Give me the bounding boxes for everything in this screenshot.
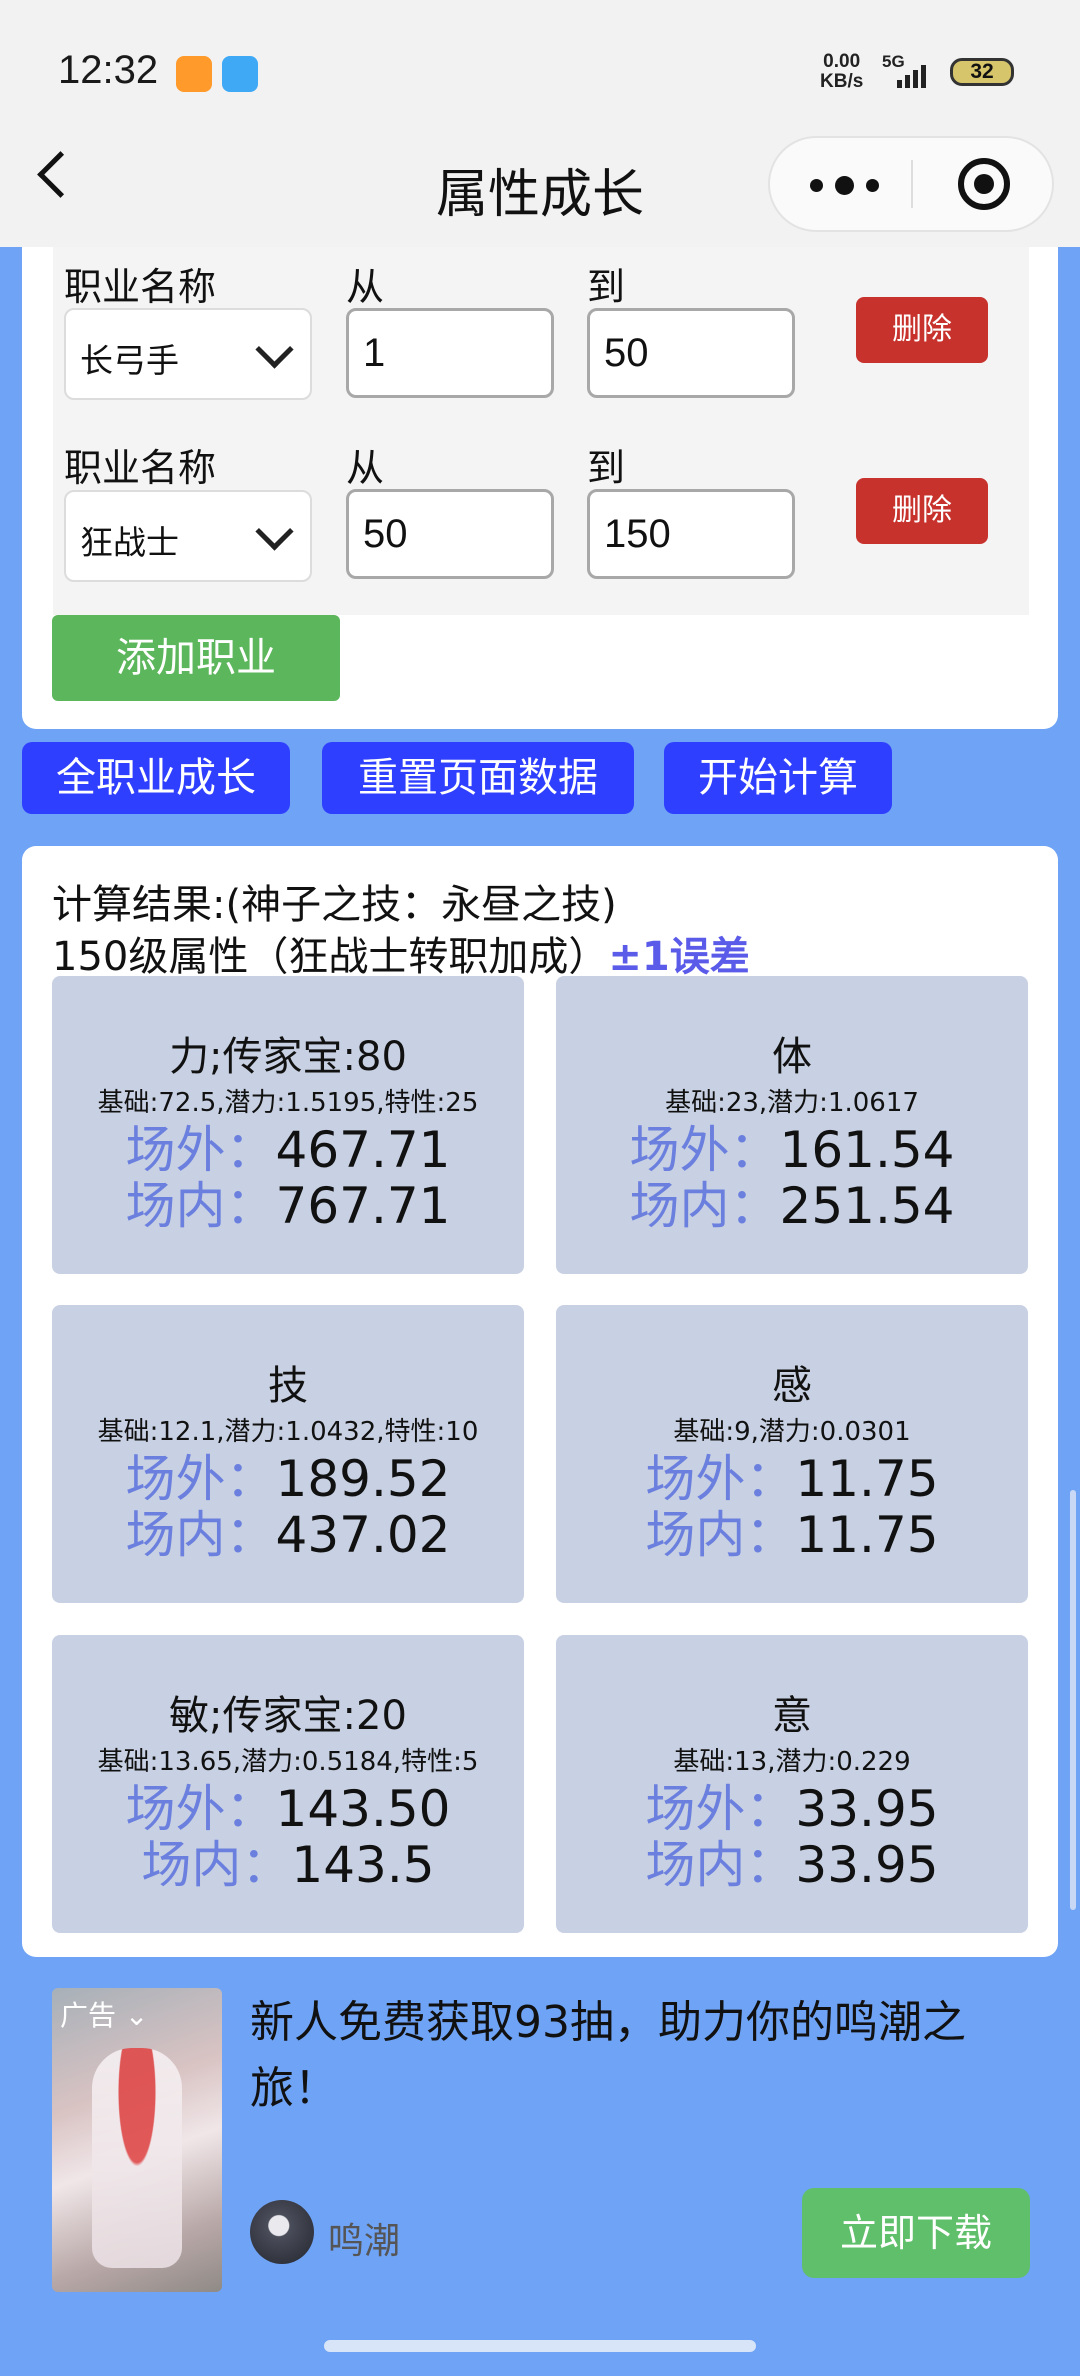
stat-inside: 场内：437.02 bbox=[125, 1506, 451, 1564]
home-indicator[interactable] bbox=[324, 2340, 756, 2352]
from-level-input[interactable]: 50 bbox=[346, 489, 554, 579]
result-title: 计算结果:(神子之技：永昼之技) bbox=[52, 882, 617, 928]
stat-card: 力;传家宝:80 基础:72.5,潜力:1.5195,特性:25 场外：467.… bbox=[52, 976, 524, 1274]
stat-card: 体 基础:23,潜力:1.0617 场外：161.54 场内：251.54 bbox=[556, 976, 1028, 1274]
profession-name-label: 职业名称 bbox=[64, 446, 217, 490]
signal-icon bbox=[897, 60, 926, 88]
stat-card: 技 基础:12.1,潜力:1.0432,特性:10 场外：189.52 场内：4… bbox=[52, 1305, 524, 1603]
stat-inside: 场内：33.95 bbox=[645, 1836, 939, 1894]
stat-card: 感 基础:9,潜力:0.0301 场外：11.75 场内：11.75 bbox=[556, 1305, 1028, 1603]
close-miniprogram-icon[interactable] bbox=[958, 158, 1010, 210]
stat-title: 技 bbox=[268, 1363, 308, 1409]
stat-title: 体 bbox=[772, 1034, 812, 1080]
status-time: 12:32 bbox=[58, 48, 159, 92]
scrollbar[interactable] bbox=[1070, 1490, 1076, 1910]
chevron-down-icon bbox=[255, 330, 294, 369]
profession-name-label: 职业名称 bbox=[64, 265, 217, 309]
all-profession-growth-button[interactable]: 全职业成长 bbox=[22, 742, 290, 814]
capsule-divider bbox=[911, 160, 913, 208]
delete-button[interactable]: 删除 bbox=[856, 297, 988, 363]
top-bar: 12:32 0.00 KB/s 5G 32 属性成长 bbox=[0, 0, 1080, 247]
stat-card: 意 基础:13,潜力:0.229 场外：33.95 场内：33.95 bbox=[556, 1635, 1028, 1933]
battery-icon: 32 bbox=[950, 58, 1014, 86]
profession-select[interactable]: 长弓手 bbox=[64, 308, 312, 400]
to-level-input[interactable]: 150 bbox=[587, 489, 795, 579]
profession-select[interactable]: 狂战士 bbox=[64, 490, 312, 582]
ad-tag[interactable]: 广告 ⌄ bbox=[60, 1994, 148, 2034]
reset-page-data-button[interactable]: 重置页面数据 bbox=[322, 742, 634, 814]
from-level-input[interactable]: 1 bbox=[346, 308, 554, 398]
more-icon[interactable] bbox=[810, 176, 879, 195]
to-label: 到 bbox=[587, 446, 626, 490]
chevron-down-icon bbox=[255, 512, 294, 551]
weather-app-icon bbox=[222, 56, 258, 92]
stat-title: 敏;传家宝:20 bbox=[169, 1693, 407, 1739]
to-level-input[interactable]: 50 bbox=[587, 308, 795, 398]
ad-title[interactable]: 新人免费获取93抽，助力你的鸣潮之旅！ bbox=[250, 1990, 1030, 2122]
from-label: 从 bbox=[346, 446, 385, 490]
download-button[interactable]: 立即下载 bbox=[802, 2188, 1030, 2278]
video-app-icon bbox=[176, 56, 212, 92]
advertiser-avatar bbox=[250, 2200, 314, 2264]
start-calculation-button[interactable]: 开始计算 bbox=[664, 742, 892, 814]
stat-title: 意 bbox=[772, 1693, 812, 1739]
stat-inside: 场内：143.5 bbox=[141, 1836, 435, 1894]
stat-title: 力;传家宝:80 bbox=[169, 1034, 407, 1080]
stat-card: 敏;传家宝:20 基础:13.65,潜力:0.5184,特性:5 场外：143.… bbox=[52, 1635, 524, 1933]
ad-image[interactable]: 广告 ⌄ bbox=[52, 1988, 222, 2292]
add-profession-button[interactable]: 添加职业 bbox=[52, 615, 340, 701]
stat-inside: 场内：767.71 bbox=[125, 1177, 451, 1235]
ad-character-art bbox=[92, 2048, 182, 2268]
advertiser-name: 鸣潮 bbox=[328, 2221, 401, 2262]
network-speed: 0.00 KB/s bbox=[820, 51, 864, 92]
delete-button[interactable]: 删除 bbox=[856, 478, 988, 544]
stat-inside: 场内：11.75 bbox=[645, 1506, 939, 1564]
result-subtitle: 150级属性（狂战士转职加成）±1误差 bbox=[52, 934, 750, 980]
from-label: 从 bbox=[346, 265, 385, 309]
to-label: 到 bbox=[587, 265, 626, 309]
stat-inside: 场内：251.54 bbox=[629, 1177, 955, 1235]
stat-title: 感 bbox=[772, 1363, 812, 1409]
error-note: ±1误差 bbox=[608, 934, 750, 980]
